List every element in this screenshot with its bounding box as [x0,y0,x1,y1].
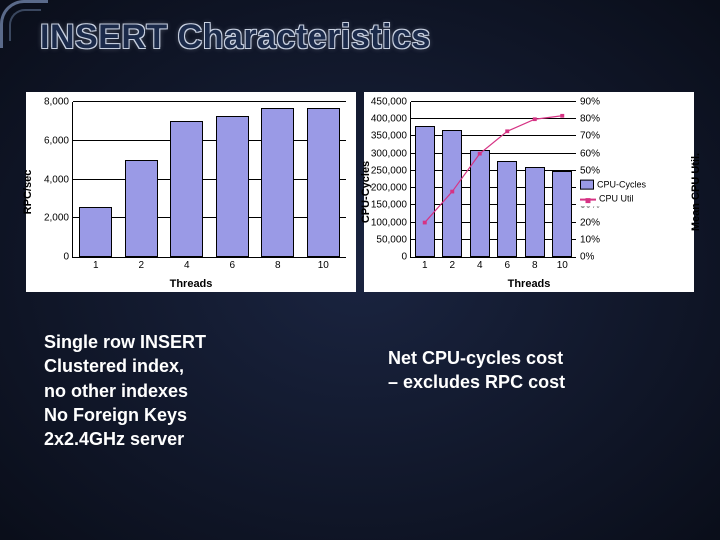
cpu-util-line [411,102,576,257]
xtick: 6 [229,257,235,271]
ytick-right: 80% [576,114,600,125]
chart-left-ylabel: RPC/sec [22,170,34,215]
ytick-right: 70% [576,131,600,142]
bar [525,167,545,257]
ytick: 300,000 [371,148,411,159]
legend-label: CPU-Cycles [597,178,646,192]
bar [497,161,517,257]
xtick: 6 [504,257,510,271]
chart-right-y2label: Mean CPU Util. [690,153,702,231]
caption-line: No Foreign Keys [44,403,344,427]
charts-row: RPC/sec Threads 02,0004,0006,0008,000124… [26,92,694,292]
bar [307,108,340,257]
xtick: 1 [422,257,428,271]
bar [415,126,435,257]
caption-line: 2x2.4GHz server [44,427,344,451]
ytick-right: 10% [576,234,600,245]
ytick: 450,000 [371,97,411,108]
caption-line: no other indexes [44,379,344,403]
legend-label: CPU Util [599,192,634,206]
ytick: 400,000 [371,114,411,125]
caption-right: Net CPU-cycles cost – excludes RPC cost [388,346,688,395]
chart-right-legend: CPU-Cycles CPU Util [580,178,646,207]
bar [442,130,462,257]
caption-line: – excludes RPC cost [388,370,688,394]
bar [470,150,490,257]
ytick: 0 [401,252,411,263]
chart-right: CPU-Cycles Mean CPU Util. Threads 050,00… [364,92,694,292]
bar [79,207,112,257]
bar-swatch-icon [580,180,594,190]
ytick-right: 60% [576,148,600,159]
caption-line: Single row INSERT [44,330,344,354]
ytick: 8,000 [44,97,73,108]
bar [216,116,249,257]
ytick: 150,000 [371,200,411,211]
legend-item-bar: CPU-Cycles [580,178,646,192]
xtick: 8 [532,257,538,271]
bar [170,121,203,257]
xtick: 1 [93,257,99,271]
xtick: 8 [275,257,281,271]
ytick: 2,000 [44,213,73,224]
xtick: 2 [449,257,455,271]
ytick-right: 0% [576,252,594,263]
caption-line: Net CPU-cycles cost [388,346,688,370]
ytick: 50,000 [376,234,411,245]
legend-item-line: CPU Util [580,192,646,206]
xtick: 10 [318,257,329,271]
caption-left: Single row INSERT Clustered index, no ot… [44,330,344,451]
caption-line: Clustered index, [44,354,344,378]
xtick: 2 [138,257,144,271]
bar [261,108,294,257]
ytick: 250,000 [371,165,411,176]
chart-left-plot: 02,0004,0006,0008,0001246810 [72,102,346,258]
xtick: 10 [557,257,568,271]
chart-left-xlabel: Threads [170,278,213,290]
chart-right-xlabel: Threads [508,278,551,290]
xtick: 4 [477,257,483,271]
bar [552,171,572,257]
ytick: 350,000 [371,131,411,142]
ytick-right: 20% [576,217,600,228]
ytick: 0 [63,252,73,263]
chart-right-plot: 050,000100,000150,000200,000250,000300,0… [410,102,576,258]
slide-title: INSERT Characteristics [40,18,431,57]
xtick: 4 [184,257,190,271]
ytick: 6,000 [44,135,73,146]
ytick: 200,000 [371,183,411,194]
ytick: 4,000 [44,174,73,185]
ytick: 100,000 [371,217,411,228]
ytick-right: 90% [576,97,600,108]
bar [125,160,158,257]
chart-left: RPC/sec Threads 02,0004,0006,0008,000124… [26,92,356,292]
ytick-right: 50% [576,165,600,176]
line-swatch-icon [580,198,596,200]
